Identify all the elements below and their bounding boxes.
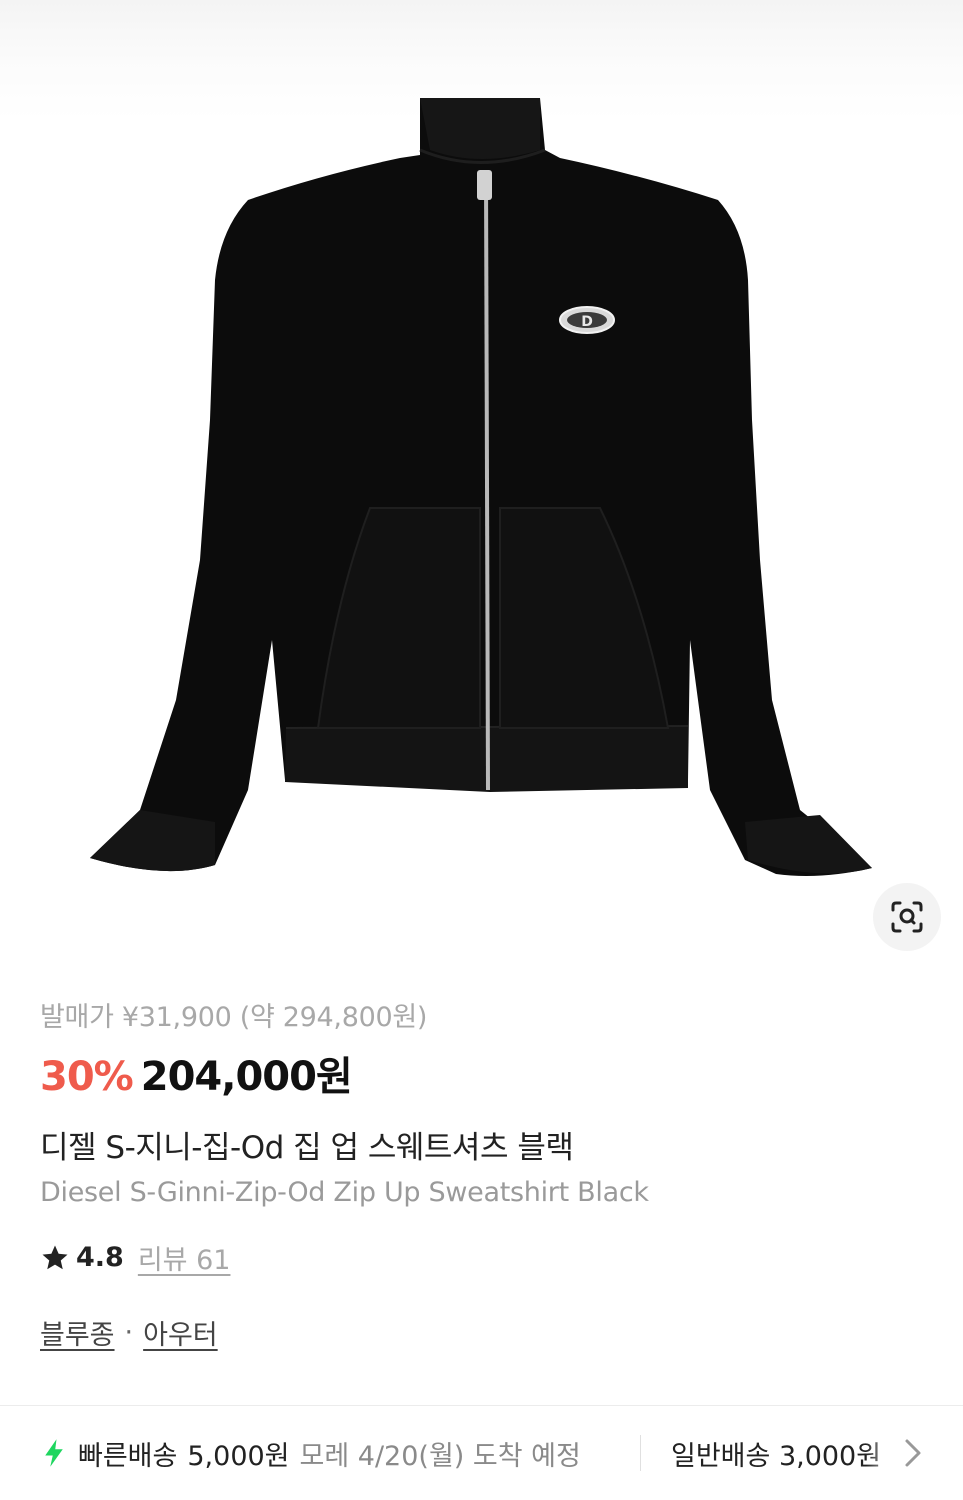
product-page: D 발매가 ¥31,900 (약 294,800원) 30% 204,000원 … (0, 0, 963, 1500)
sale-price: 204,000원 (140, 1054, 353, 1100)
normal-shipping-label: 일반배송 3,000원 (671, 1440, 882, 1472)
lens-search-button[interactable] (873, 883, 941, 951)
shipping-options-bar: 빠른배송 5,000원 모레 4/20(월) 도착 예정 일반배송 3,000원 (0, 1406, 963, 1500)
star-icon (42, 1245, 68, 1269)
chevron-right-icon (905, 1439, 921, 1467)
product-name-korean: 디젤 S-지니-집-Od 집 업 스웨트셔츠 블랙 (40, 1130, 574, 1166)
svg-text:D: D (581, 314, 593, 330)
product-image: D (90, 98, 872, 876)
category-link-outer[interactable]: 아우터 (143, 1313, 218, 1352)
category-separator: · (124, 1317, 134, 1348)
product-image-area[interactable]: D (0, 0, 963, 965)
category-breadcrumb: 블루종 · 아우터 (40, 1313, 920, 1352)
lens-search-icon (891, 901, 923, 933)
normal-shipping-option[interactable]: 일반배송 3,000원 (671, 1433, 961, 1473)
fast-shipping-eta: 모레 4/20(월) 도착 예정 (299, 1440, 581, 1472)
product-info: 발매가 ¥31,900 (약 294,800원) 30% 204,000원 디젤… (40, 995, 920, 1352)
discount-rate: 30% (40, 1054, 134, 1100)
fast-shipping-option[interactable]: 빠른배송 5,000원 모레 4/20(월) 도착 예정 (0, 1434, 640, 1473)
lightning-bolt-icon (45, 1439, 63, 1467)
shipping-divider-vertical (640, 1435, 641, 1471)
text-fade (866, 1433, 901, 1473)
product-name-english: Diesel S-Ginni-Zip-Od Zip Up Sweatshirt … (40, 1177, 649, 1208)
original-price: 발매가 ¥31,900 (약 294,800원) (40, 1002, 428, 1033)
price-row: 30% 204,000원 (40, 1044, 920, 1102)
rating-value: 4.8 (76, 1242, 124, 1273)
category-link-blouson[interactable]: 블루종 (40, 1313, 115, 1352)
review-link[interactable]: 리뷰 61 (138, 1238, 231, 1277)
fast-shipping-label: 빠른배송 (78, 1440, 178, 1472)
fast-shipping-fee: 5,000원 (187, 1440, 290, 1472)
rating-row: 4.8 리뷰 61 (40, 1238, 920, 1277)
